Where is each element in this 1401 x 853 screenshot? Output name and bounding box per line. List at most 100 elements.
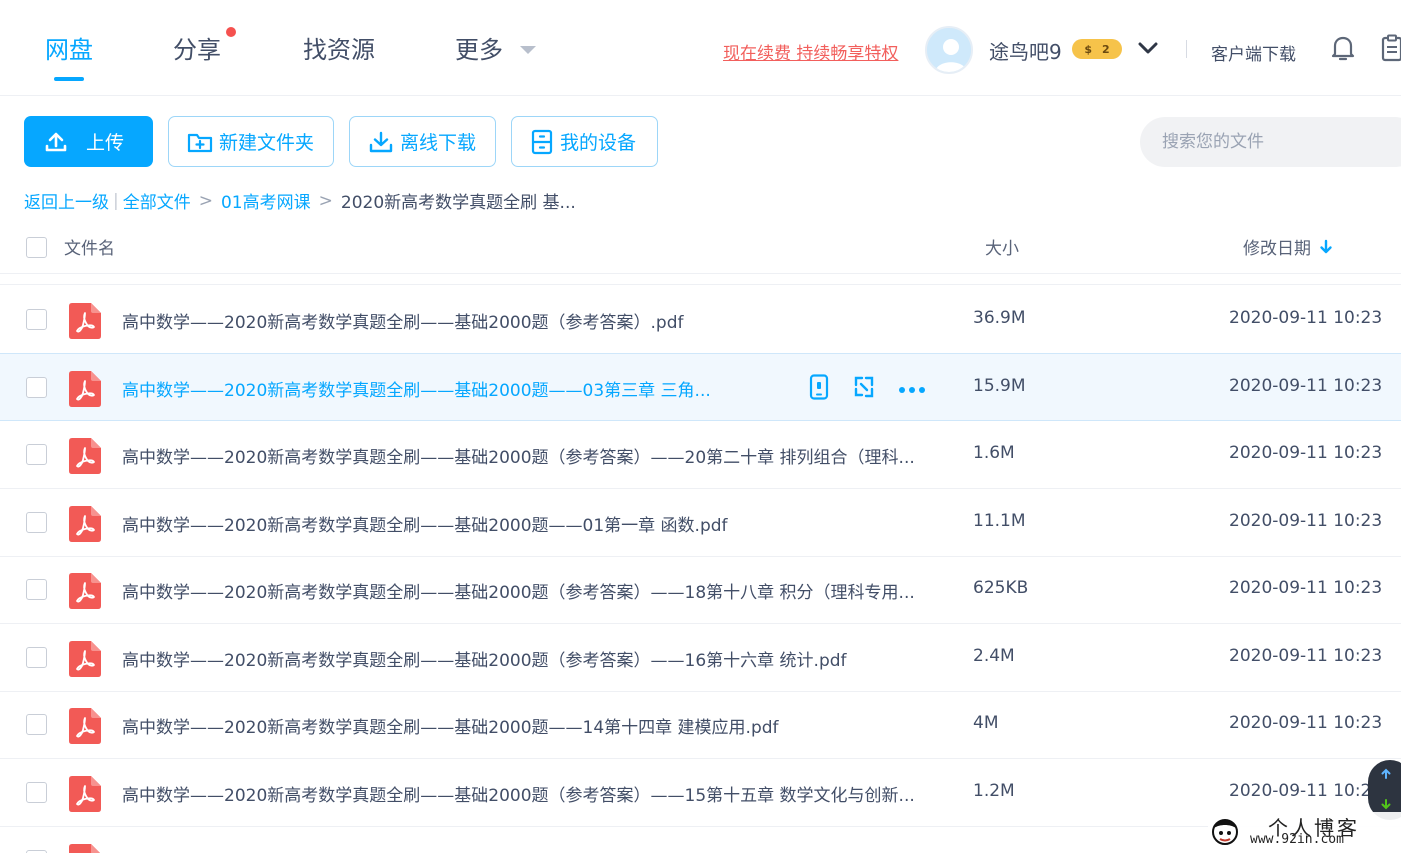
- renew-promo-link[interactable]: 现在续费 持续畅享特权: [723, 39, 898, 64]
- file-size: 625KB: [973, 578, 1029, 598]
- file-name[interactable]: 高中数学——2020新高考数学真题全刷——基础2000题（参考答案）——18第十…: [122, 578, 915, 603]
- sort-desc-arrow-icon: [1320, 239, 1332, 253]
- file-date: 2020-09-11 10:23: [1229, 511, 1383, 531]
- row-checkbox[interactable]: [26, 782, 47, 803]
- device-icon: [531, 129, 553, 154]
- scroll-control[interactable]: [1368, 760, 1401, 820]
- file-size: 15.9M: [973, 376, 1026, 396]
- coin-symbol: $: [1084, 42, 1092, 56]
- file-name[interactable]: 高中数学——2020新高考数学真题全刷——基础2000题（参考答案）——16第十…: [122, 646, 847, 671]
- username[interactable]: 途鸟吧9: [989, 36, 1062, 65]
- user-avatar-icon: [927, 28, 971, 72]
- select-all-checkbox[interactable]: [26, 237, 47, 258]
- tab-find-resources[interactable]: 找资源: [303, 30, 375, 65]
- my-devices-label: 我的设备: [560, 132, 637, 154]
- file-name[interactable]: 高中数学——2020新高考数学真题全刷——基础2000题（参考答案）.pdf: [122, 308, 684, 333]
- file-size: 4M: [973, 713, 999, 733]
- row-checkbox[interactable]: [26, 377, 47, 398]
- file-name[interactable]: 高中数学——2020新高考数学真题全刷——基础2000题——03第三章 三角..…: [122, 376, 711, 401]
- file-name[interactable]: 高中数学——2020新高考数学真题全刷——基础2000题——01第一章 函数.p…: [122, 511, 728, 536]
- offline-download-button[interactable]: 离线下载: [349, 116, 496, 167]
- breadcrumb-separator: >: [198, 190, 213, 211]
- row-checkbox[interactable]: [26, 444, 47, 465]
- pdf-file-icon: [69, 776, 101, 812]
- table-row[interactable]: 高中数学——2020新高考数学真题全刷——基础2000题（参考答案）——16第十…: [0, 624, 1401, 692]
- pdf-file-icon: [69, 303, 101, 339]
- share-link-icon[interactable]: [852, 375, 876, 403]
- row-checkbox[interactable]: [26, 512, 47, 533]
- pdf-file-icon: [69, 573, 101, 609]
- pdf-file-icon: [69, 641, 101, 677]
- watermark-url: www.92in.com: [1250, 832, 1344, 847]
- row-checkbox[interactable]: [26, 309, 47, 330]
- tab-more[interactable]: 更多: [455, 30, 503, 65]
- current-folder: 2020新高考数学真题全刷 基...: [340, 193, 576, 213]
- file-date: 2020-09-11 10:23: [1229, 443, 1383, 463]
- new-folder-icon: [187, 133, 213, 152]
- notification-dot: [226, 27, 236, 37]
- search-input[interactable]: [1162, 132, 1382, 152]
- column-header-date-label: 修改日期: [1243, 239, 1311, 259]
- all-files-link[interactable]: 全部文件: [123, 188, 191, 213]
- caret-down-icon[interactable]: [520, 46, 536, 54]
- file-table-header: 文件名 大小 修改日期: [0, 222, 1401, 274]
- column-header-size[interactable]: 大小: [985, 234, 1019, 259]
- tab-share[interactable]: 分享: [173, 30, 221, 65]
- bell-icon[interactable]: [1330, 34, 1356, 66]
- file-date: 2020-09-11 10:23: [1229, 308, 1383, 328]
- file-date: 2020-09-11 10:23: [1229, 578, 1383, 598]
- folder-link[interactable]: 01高考网课: [221, 188, 311, 213]
- more-options-icon[interactable]: [898, 380, 926, 399]
- table-row[interactable]: 高中数学——2020新高考数学真题全刷——基础2000题——03第三章 三角..…: [0, 353, 1401, 421]
- file-date: 2020-09-11 10:23: [1229, 781, 1383, 801]
- file-name[interactable]: 高中数学——2020新高考数学真题全刷——基础2000题——14第十四章 建模应…: [122, 713, 779, 738]
- pdf-file-icon: [69, 371, 101, 407]
- file-size: 2.4M: [973, 646, 1015, 666]
- file-date: 2020-09-11 10:23: [1229, 376, 1383, 396]
- row-checkbox[interactable]: [26, 647, 47, 668]
- file-name[interactable]: 高中数学——2020新高考数学真题全刷——基础2000题（参考答案）——20第二…: [122, 443, 915, 468]
- new-folder-button[interactable]: 新建文件夹: [168, 116, 334, 167]
- row-actions: [808, 374, 926, 404]
- table-row[interactable]: 高中数学——2020新高考数学真题全刷——基础2000题（参考答案）——20第二…: [0, 421, 1401, 489]
- pdf-file-icon: [69, 708, 101, 744]
- mascot-icon: [1210, 816, 1240, 852]
- my-devices-button[interactable]: 我的设备: [511, 116, 658, 167]
- upload-label: 上传: [86, 132, 125, 154]
- client-download-link[interactable]: 客户端下载: [1211, 40, 1296, 65]
- table-row[interactable]: 高中数学——2020新高考数学真题全刷——基础2000题（参考答案）.pdf 3…: [0, 286, 1401, 354]
- table-row[interactable]: [0, 827, 1401, 853]
- table-row[interactable]: 高中数学——2020新高考数学真题全刷——基础2000题（参考答案）——15第十…: [0, 759, 1401, 827]
- upload-button[interactable]: 上传: [24, 116, 153, 167]
- breadcrumb-separator: >: [318, 190, 333, 211]
- row-checkbox[interactable]: [26, 579, 47, 600]
- breadcrumb-divider: |: [113, 190, 119, 211]
- file-date: 2020-09-11 10:23: [1229, 646, 1383, 666]
- tab-netdisk[interactable]: 网盘: [45, 30, 93, 65]
- phone-icon[interactable]: [808, 374, 830, 404]
- divider: [0, 284, 1401, 285]
- pdf-file-icon: [69, 844, 101, 853]
- column-header-date[interactable]: 修改日期: [1243, 234, 1333, 259]
- file-size: 1.2M: [973, 781, 1015, 801]
- pdf-file-icon: [69, 506, 101, 542]
- offline-download-label: 离线下载: [400, 132, 477, 154]
- breadcrumb: 返回上一级 | 全部文件 > 01高考网课 > 2020新高考数学真题全刷 基.…: [24, 188, 576, 214]
- table-row[interactable]: 高中数学——2020新高考数学真题全刷——基础2000题——01第一章 函数.p…: [0, 489, 1401, 557]
- row-checkbox[interactable]: [26, 714, 47, 735]
- file-size: 1.6M: [973, 443, 1015, 463]
- clipboard-icon[interactable]: [1381, 34, 1401, 66]
- back-link[interactable]: 返回上一级: [24, 188, 109, 213]
- file-name[interactable]: 高中数学——2020新高考数学真题全刷——基础2000题（参考答案）——15第十…: [122, 781, 915, 806]
- avatar[interactable]: [925, 26, 973, 74]
- table-row[interactable]: 高中数学——2020新高考数学真题全刷——基础2000题——14第十四章 建模应…: [0, 691, 1401, 759]
- table-row[interactable]: 高中数学——2020新高考数学真题全刷——基础2000题（参考答案）——18第十…: [0, 556, 1401, 624]
- file-size: 11.1M: [973, 511, 1026, 531]
- vip-coin-badge[interactable]: $ 2: [1072, 39, 1122, 59]
- chevron-down-icon[interactable]: [1138, 40, 1158, 59]
- file-size: 36.9M: [973, 308, 1026, 328]
- new-folder-label: 新建文件夹: [219, 132, 315, 154]
- search-box[interactable]: [1140, 117, 1401, 167]
- column-header-name[interactable]: 文件名: [64, 234, 115, 259]
- coin-count: 2: [1102, 42, 1110, 56]
